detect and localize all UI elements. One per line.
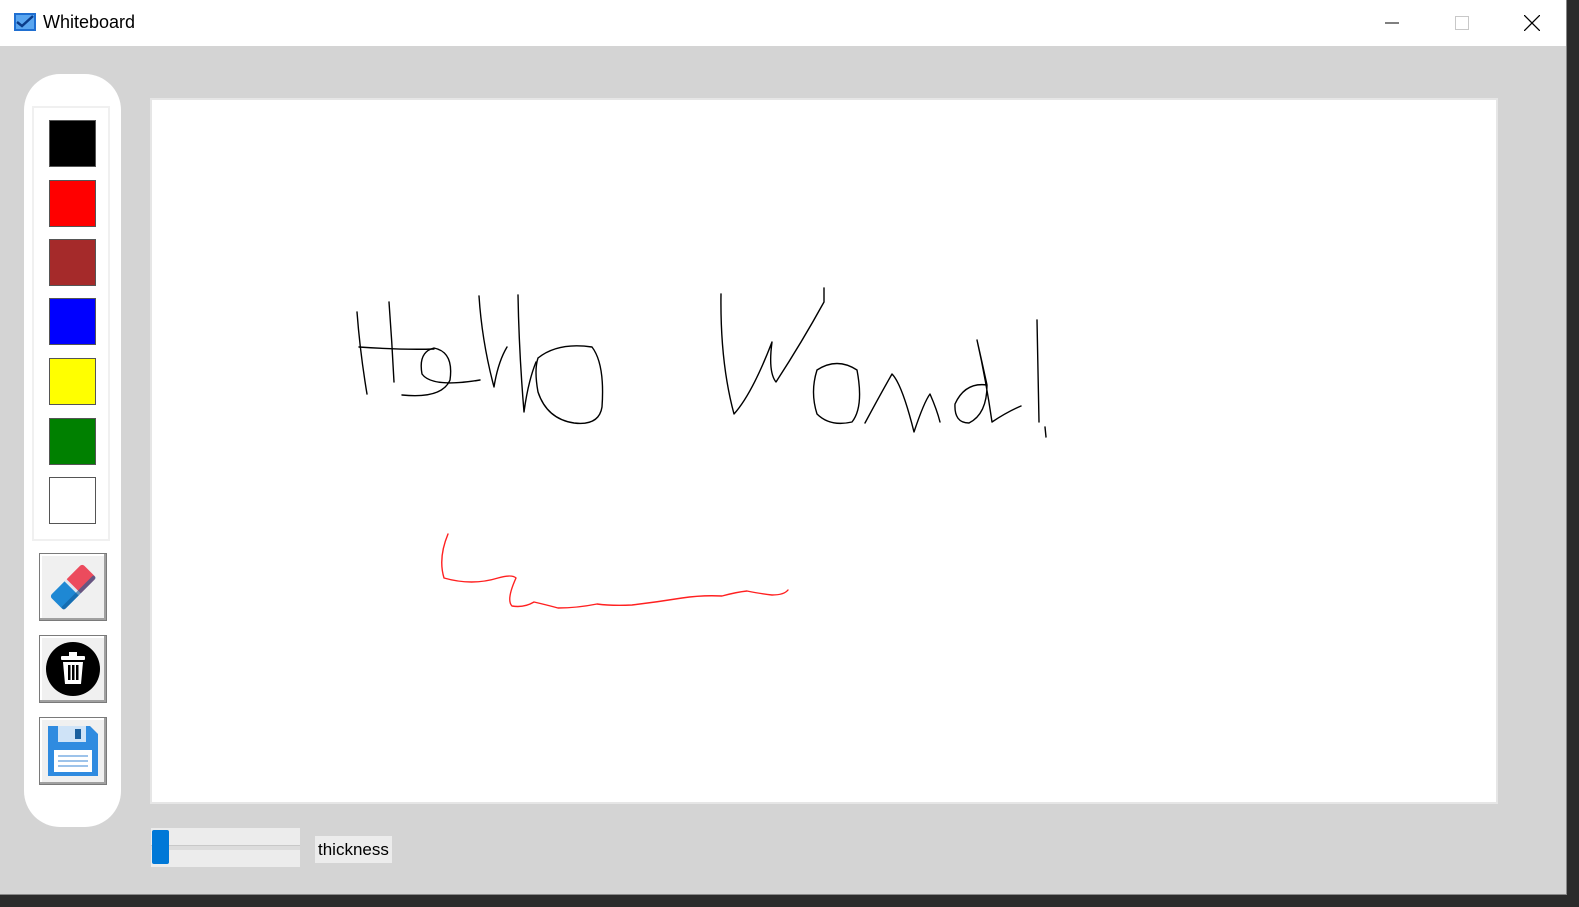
color-swatch-green[interactable] [49,418,96,465]
floppy-disk-icon [48,726,98,776]
minimize-button[interactable] [1357,0,1427,46]
canvas-drawing [356,287,1047,609]
hello-world-strokes [356,287,1047,438]
minimize-icon [1385,22,1399,24]
color-swatch-yellow[interactable] [49,358,96,405]
eraser-icon [50,564,96,610]
maximize-icon [1455,16,1469,30]
window-title: Whiteboard [43,12,136,32]
save-button[interactable] [39,717,107,785]
color-swatch-black[interactable] [49,120,96,167]
color-swatch-brown[interactable] [49,239,96,286]
whiteboard-window: Whiteboard thickness [0,0,1567,895]
eraser-button[interactable] [39,553,107,621]
close-button[interactable] [1497,0,1567,46]
slider-thumb[interactable] [152,830,169,864]
slider-track [151,845,300,850]
color-swatch-red[interactable] [49,180,96,227]
color-swatch-blue[interactable] [49,298,96,345]
trash-icon [46,642,100,696]
clear-button[interactable] [39,635,107,703]
maximize-button[interactable] [1427,0,1497,46]
close-icon [1524,15,1540,31]
drawing-canvas[interactable] [150,98,1498,804]
app-icon [14,11,36,33]
color-swatch-white[interactable] [49,477,96,524]
title-bar: Whiteboard [0,0,1566,46]
thickness-slider[interactable] [151,828,300,867]
thickness-label: thickness [315,836,392,863]
red-squiggle-stroke [441,533,789,609]
